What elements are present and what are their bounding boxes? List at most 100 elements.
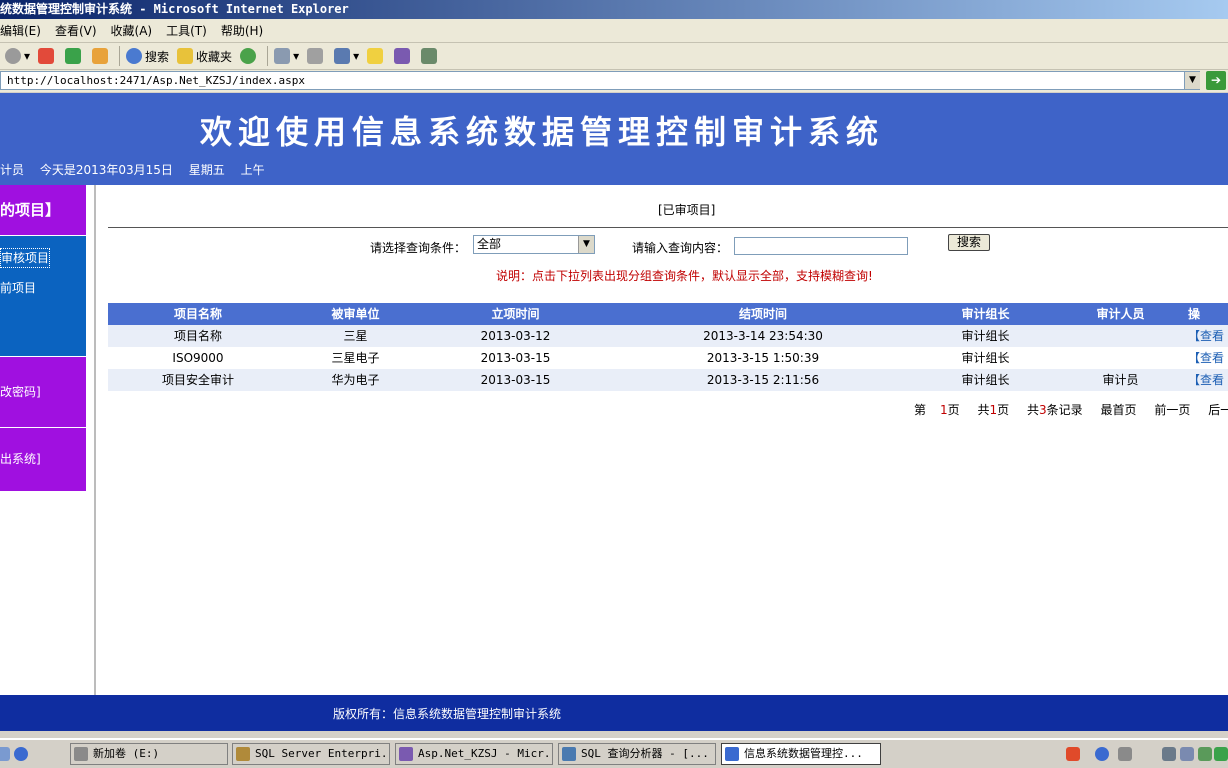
taskbar-item-label: 信息系统数据管理控... [744, 747, 863, 760]
pager-text: 共 [1027, 403, 1040, 417]
forward-button[interactable]: ▾ [2, 45, 33, 67]
pager-first[interactable]: 最首页 [1101, 403, 1137, 417]
cell-team-leader: 审计组长 [961, 329, 1010, 343]
view-link[interactable]: 【查看 [1188, 347, 1228, 369]
chevron-down-icon[interactable]: ▼ [578, 236, 594, 253]
edit-icon [334, 48, 351, 64]
discuss-button[interactable] [364, 45, 389, 67]
taskbar-item-drive[interactable]: 新加卷 (E:) [70, 743, 228, 765]
taskbar-item-visual-studio[interactable]: Asp.Net_KZSJ - Micr... [395, 743, 553, 765]
sidebar: 的项目】 审核项目 前项目 改密码] 出系统] [0, 185, 86, 491]
pager-total-pages: 共1页 [978, 403, 1010, 417]
address-input[interactable]: http://localhost:2471/Asp.Net_KZSJ/index… [0, 71, 1200, 90]
query-content-input[interactable] [734, 237, 908, 255]
favorites-label: 收藏夹 [196, 49, 233, 64]
toolbar: ▾ 搜索 收藏夹 ▾ ▾ [0, 43, 1228, 70]
pager-prev[interactable]: 前一页 [1154, 403, 1190, 417]
pager-next[interactable]: 后一页 [1208, 403, 1228, 417]
search-label: 搜索 [145, 49, 170, 64]
mail-icon [274, 48, 291, 64]
cell-end-time: 2013-3-15 1:50:39 [706, 351, 820, 365]
search-button[interactable]: 搜索 [123, 45, 172, 67]
help-icon[interactable] [1095, 747, 1109, 761]
menu-favorites[interactable]: 收藏(A) [111, 22, 161, 39]
ie-icon[interactable] [14, 747, 28, 761]
refresh-icon [65, 48, 82, 64]
cell-end-time: 2013-3-14 23:54:30 [703, 329, 823, 343]
query-analyzer-icon [562, 747, 576, 761]
column-header-project-name: 项目名称 [173, 307, 222, 321]
stop-button[interactable] [35, 45, 60, 67]
query-condition-value: 全部 [477, 237, 502, 251]
print-icon [307, 48, 324, 64]
taskbar-item-query-analyzer[interactable]: SQL 查询分析器 - [... [558, 743, 716, 765]
cell-project-name: 项目安全审计 [161, 373, 234, 387]
security-icon[interactable] [1214, 747, 1228, 761]
home-button[interactable] [89, 45, 114, 67]
taskbar-item-browser[interactable]: 信息系统数据管理控... [721, 743, 881, 765]
note-icon [367, 48, 384, 64]
menu-view[interactable]: 查看(V) [55, 22, 105, 39]
page-footer: 版权所有：信息系统数据管理控制审计系统 [0, 695, 1228, 731]
view-link[interactable]: 【查看 [1188, 325, 1228, 347]
view-link[interactable]: 【查看 [1188, 369, 1228, 391]
window-title: 统数据管理控制审计系统 - Microsoft Internet Explore… [0, 2, 349, 16]
pager-current: 第 1页 [914, 403, 960, 417]
pager-number: 1 [940, 403, 948, 417]
menu-help[interactable]: 帮助(H) [221, 22, 271, 39]
taskbar-item-sql-enterprise[interactable]: SQL Server Enterpri... [232, 743, 390, 765]
media-button[interactable] [237, 45, 262, 67]
sidebar-exit[interactable]: 出系统] [0, 428, 86, 491]
tray-icon[interactable] [1198, 747, 1212, 761]
cell-audited-unit: 三星 [343, 329, 368, 343]
query-note: 说明：点击下拉列表出现分组查询条件，默认显示全部，支持模糊查询! [496, 269, 873, 283]
query-condition-select[interactable]: 全部 ▼ [473, 235, 595, 254]
quicklaunch-icon[interactable] [0, 747, 10, 761]
volume-icon[interactable] [1180, 747, 1194, 761]
visual-studio-icon [399, 747, 413, 761]
cell-project-name: ISO9000 [172, 351, 224, 365]
print-button[interactable] [304, 45, 329, 67]
search-submit-button[interactable]: 搜索 [948, 234, 990, 251]
cell-start-time: 2013-03-15 [480, 351, 551, 365]
cell-end-time: 2013-3-15 2:11:56 [706, 373, 820, 387]
cell-auditor [1068, 325, 1173, 347]
column-header-team-leader: 审计组长 [961, 307, 1010, 321]
sidebar-link-audit-projects[interactable]: 审核项目 [0, 248, 51, 268]
column-header-audited-unit: 被审单位 [331, 307, 380, 321]
pager-text: 条记录 [1046, 403, 1083, 417]
column-header-start-time: 立项时间 [491, 307, 540, 321]
research-button[interactable] [418, 45, 443, 67]
go-arrow-icon[interactable]: ➔ [1206, 71, 1226, 90]
sidebar-link-current-projects[interactable]: 前项目 [0, 275, 86, 301]
pager-total-records: 共3条记录 [1027, 403, 1083, 417]
toolbar-separator [267, 46, 269, 66]
favorites-button[interactable]: 收藏夹 [174, 45, 235, 67]
projects-table: 项目名称 被审单位 立项时间 结项时间 审计组长 审计人员 操 项目名称 三星 … [108, 303, 1228, 391]
query-condition-label: 请选择查询条件： [370, 241, 467, 255]
user-role: 计员 [0, 163, 25, 177]
taskbar-item-label: SQL Server Enterpri... [255, 747, 390, 760]
browser-icon [725, 747, 739, 761]
address-dropdown-icon[interactable]: ▼ [1184, 72, 1200, 89]
toolbar-separator [119, 46, 121, 66]
home-icon [92, 48, 109, 64]
taskbar: 新加卷 (E:) SQL Server Enterpri... Asp.Net_… [0, 738, 1228, 768]
messenger-button[interactable] [391, 45, 416, 67]
cell-auditor: 审计员 [1102, 373, 1139, 387]
tray-menu-icon[interactable] [1118, 747, 1132, 761]
sidebar-change-password[interactable]: 改密码] [0, 357, 86, 427]
column-header-actions: 操 [1188, 307, 1201, 321]
ime-icon[interactable] [1066, 747, 1080, 761]
menu-edit[interactable]: 编辑(E) [0, 22, 49, 39]
forward-arrow-icon [5, 48, 21, 64]
refresh-button[interactable] [62, 45, 87, 67]
edit-button[interactable]: ▾ [331, 45, 362, 67]
sidebar-menu: 审核项目 前项目 [0, 236, 86, 356]
stop-icon [38, 48, 55, 64]
mail-button[interactable]: ▾ [271, 45, 302, 67]
menu-tools[interactable]: 工具(T) [166, 22, 215, 39]
network-icon[interactable] [1162, 747, 1176, 761]
query-content-label: 请输入查询内容： [632, 241, 729, 255]
section-title: [已审项目] [658, 203, 716, 217]
